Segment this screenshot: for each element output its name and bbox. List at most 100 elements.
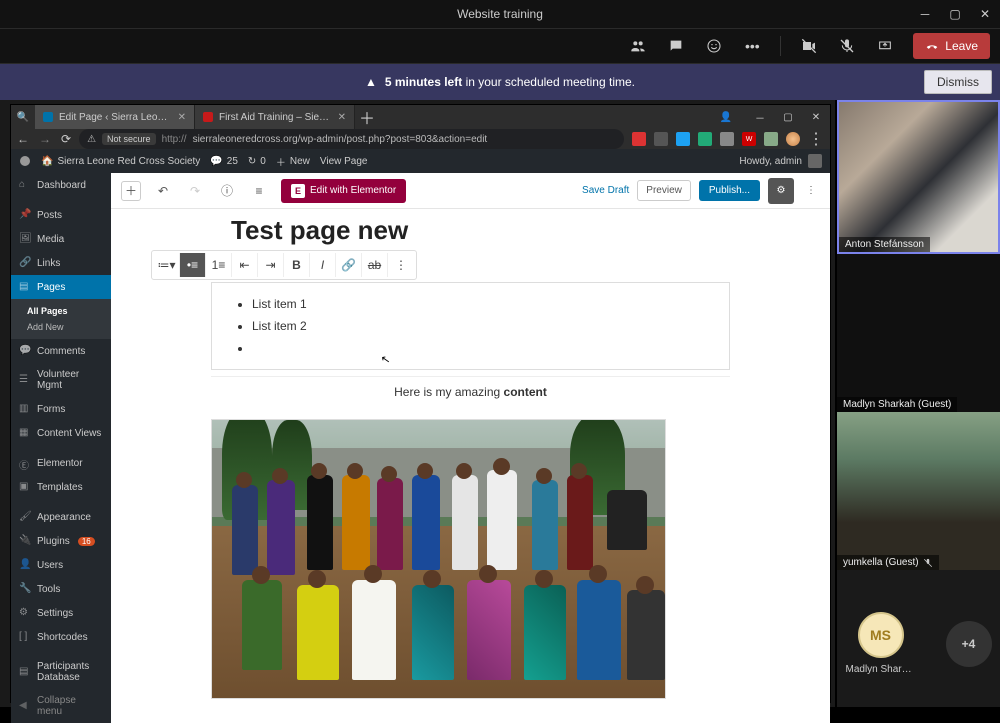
menu-settings[interactable]: ⚙Settings	[11, 601, 111, 625]
page-title[interactable]: Test page new	[211, 215, 730, 246]
strike-button[interactable]: ab	[362, 253, 388, 277]
publish-button[interactable]: Publish...	[699, 180, 760, 201]
participant-tile[interactable]: yumkella (Guest)	[837, 412, 1000, 570]
settings-button[interactable]: ⚙	[768, 178, 794, 204]
people-icon[interactable]	[628, 36, 648, 56]
outdent-button[interactable]: ⇤	[232, 253, 258, 277]
menu-users[interactable]: 👤Users	[11, 553, 111, 577]
url-field[interactable]: ⚠ Not secure http://sierraleoneredcross.…	[79, 129, 624, 149]
menu-posts[interactable]: 📌Posts	[11, 203, 111, 227]
list-item-empty[interactable]	[252, 337, 709, 359]
menu-comments[interactable]: 💬Comments	[11, 339, 111, 363]
block-more-button[interactable]: ⋮	[388, 253, 414, 277]
image-block[interactable]	[211, 419, 666, 699]
ext-icon[interactable]: W	[742, 132, 756, 146]
reload-icon[interactable]: ⟳	[61, 132, 71, 146]
outline-button[interactable]: ≡	[249, 181, 269, 201]
participant-tile[interactable]: Madlyn Sharkah (Guest)	[837, 254, 1000, 412]
edit-with-elementor-button[interactable]: E Edit with Elementor	[281, 179, 406, 203]
menu-volunteer[interactable]: ☰Volunteer Mgmt	[11, 363, 111, 397]
leave-button[interactable]: Leave	[913, 33, 990, 59]
menu-templates[interactable]: ▣Templates	[11, 475, 111, 499]
mic-muted-icon	[923, 558, 933, 568]
participant-tile-active[interactable]: Anton Stefánsson	[837, 100, 1000, 254]
menu-shortcodes[interactable]: [ ]Shortcodes	[11, 625, 111, 649]
ext-icon[interactable]	[698, 132, 712, 146]
mic-off-icon[interactable]	[837, 36, 857, 56]
info-button[interactable]: ⓘ	[217, 181, 237, 201]
list-block[interactable]: List item 1 List item 2	[211, 282, 730, 370]
tab-close-icon[interactable]: ✕	[178, 112, 186, 123]
tab-search-icon[interactable]: 🔍	[11, 112, 35, 123]
chat-icon[interactable]	[666, 36, 686, 56]
menu-dashboard[interactable]: ⌂Dashboard	[11, 173, 111, 197]
wp-site-link[interactable]: 🏠 Sierra Leone Red Cross Society	[41, 156, 200, 167]
forward-icon[interactable]: →	[39, 132, 51, 146]
user-avatar-icon	[808, 154, 822, 168]
browser-tab-1[interactable]: Edit Page ‹ Sierra Leone Red Cros ✕	[35, 105, 195, 129]
list-type-button[interactable]: ≔▾	[154, 253, 180, 277]
menu-content-views[interactable]: ▦Content Views	[11, 421, 111, 445]
wp-howdy[interactable]: Howdy, admin	[739, 154, 822, 168]
submenu-add-new[interactable]: Add New	[11, 319, 111, 335]
camera-off-icon[interactable]	[799, 36, 819, 56]
tab-close-icon[interactable]: ✕	[338, 112, 346, 123]
wp-logo-icon[interactable]	[19, 155, 31, 167]
menu-forms[interactable]: ▥Forms	[11, 397, 111, 421]
ul-button[interactable]: •≡	[180, 253, 206, 277]
menu-pages-submenu: All Pages Add New	[11, 299, 111, 339]
close-button[interactable]: ✕	[970, 0, 1000, 28]
menu-pages[interactable]: ▤Pages	[11, 275, 111, 299]
reactions-icon[interactable]	[704, 36, 724, 56]
wp-comments-link[interactable]: 💬 25	[210, 156, 238, 167]
paragraph-block[interactable]: Here is my amazing content	[211, 376, 730, 407]
maximize-button[interactable]: ▢	[940, 0, 970, 28]
browser-minimize[interactable]: －	[746, 105, 774, 129]
italic-button[interactable]: I	[310, 253, 336, 277]
dismiss-button[interactable]: Dismiss	[924, 70, 992, 94]
minimize-button[interactable]: －	[910, 0, 940, 28]
menu-collapse[interactable]: ◀Collapse menu	[11, 689, 111, 723]
menu-elementor[interactable]: ⒺElementor	[11, 451, 111, 475]
wp-view-page-link[interactable]: View Page	[320, 156, 368, 167]
bold-button[interactable]: B	[284, 253, 310, 277]
list-item[interactable]: List item 2	[252, 315, 709, 337]
browser-close[interactable]: ✕	[802, 105, 830, 129]
ext-icon[interactable]	[764, 132, 778, 146]
menu-appearance[interactable]: 🖌Appearance	[11, 505, 111, 529]
list-item[interactable]: List item 1	[252, 293, 709, 315]
undo-button[interactable]: ↶	[153, 181, 173, 201]
participants-more[interactable]: +4	[946, 621, 992, 667]
ext-icon[interactable]	[720, 132, 734, 146]
menu-media[interactable]: 🖼Media	[11, 227, 111, 251]
menu-participants-db[interactable]: ▤Participants Database	[11, 655, 111, 689]
add-block-button[interactable]: ＋	[121, 181, 141, 201]
browser-menu-icon[interactable]: ⋮	[808, 129, 824, 149]
share-icon[interactable]	[875, 36, 895, 56]
menu-links[interactable]: 🔗Links	[11, 251, 111, 275]
indent-button[interactable]: ⇥	[258, 253, 284, 277]
submenu-all-pages[interactable]: All Pages	[11, 303, 111, 319]
ext-icon[interactable]	[654, 132, 668, 146]
browser-maximize[interactable]: ▢	[774, 105, 802, 129]
participant-avatar[interactable]: MS Madlyn Sharka...	[846, 612, 916, 675]
back-icon[interactable]: ←	[17, 132, 29, 146]
window-controls: － ▢ ✕	[910, 0, 1000, 28]
ext-gmail-icon[interactable]	[632, 132, 646, 146]
preview-button[interactable]: Preview	[637, 180, 691, 201]
ext-icon[interactable]	[676, 132, 690, 146]
editor-more-button[interactable]: ⋮	[802, 185, 820, 196]
more-icon[interactable]: •••	[742, 36, 762, 56]
new-tab-button[interactable]: ＋	[355, 105, 379, 129]
wp-updates-link[interactable]: ↻ 0	[248, 156, 266, 167]
menu-tools[interactable]: 🔧Tools	[11, 577, 111, 601]
browser-tab-2[interactable]: First Aid Training – Sierra Leone R ✕	[195, 105, 355, 129]
link-button[interactable]: 🔗	[336, 253, 362, 277]
menu-plugins[interactable]: 🔌Plugins16	[11, 529, 111, 553]
save-draft-link[interactable]: Save Draft	[582, 185, 629, 196]
redo-button[interactable]: ↷	[185, 181, 205, 201]
ol-button[interactable]: 1≡	[206, 253, 232, 277]
profile-avatar-icon[interactable]	[786, 132, 800, 146]
wp-new-link[interactable]: ＋ New	[276, 154, 310, 169]
favicon-icon	[203, 112, 213, 122]
